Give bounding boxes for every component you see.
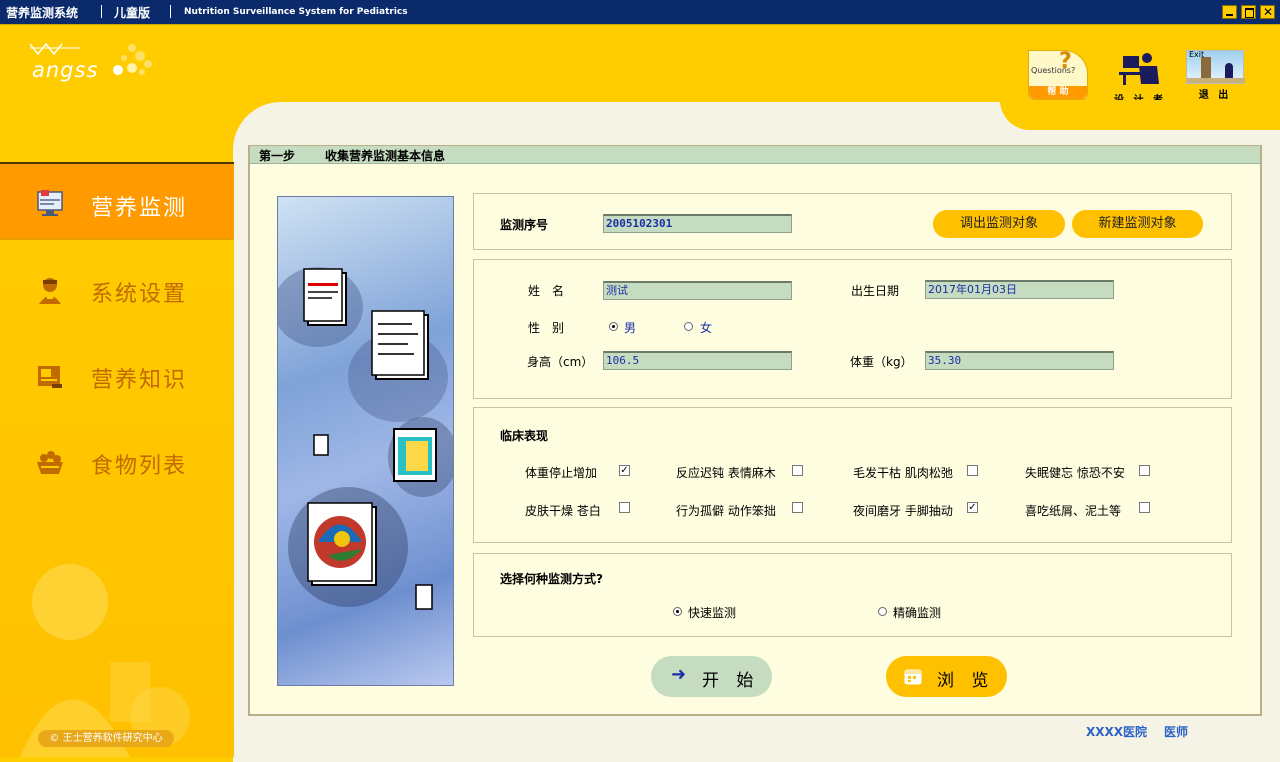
gender-female-radio[interactable] <box>684 322 693 331</box>
sidebar-item-label: 营养知识 <box>91 368 188 393</box>
clinical-item-label: 行为孤僻 动作笨拙 <box>676 504 776 518</box>
doctor-label: 医师 <box>1164 725 1189 739</box>
question-icon: Questions? ? 帮 助 <box>1028 49 1088 100</box>
gender-male-radio[interactable] <box>609 322 618 331</box>
serial-section: 监测序号 2005102301 调出监测对象 新建监测对象 <box>473 193 1232 250</box>
edition-label: 儿童版 <box>114 6 151 20</box>
method-precise-radio[interactable] <box>878 607 887 616</box>
clinical-item-label: 反应迟钝 表情麻木 <box>676 466 776 480</box>
maximize-icon <box>1245 8 1254 18</box>
step-header: 第一步 收集营养监测基本信息 <box>250 146 1260 164</box>
clinical-item-label: 喜吃纸屑、泥土等 <box>1025 504 1122 518</box>
new-subject-button[interactable]: 新建监测对象 <box>1072 210 1203 238</box>
serial-label: 监测序号 <box>500 218 549 232</box>
calendar-icon <box>904 669 922 685</box>
minimize-icon <box>1226 14 1233 16</box>
start-label: 开 始 <box>702 671 760 691</box>
maximize-button[interactable] <box>1241 5 1256 19</box>
sidebar-item-label: 营养监测 <box>91 196 188 221</box>
basic-info-section: 姓 名 测试 出生日期 2017年01月03日 性 别 男 女 身高（cm） 1… <box>473 259 1232 399</box>
clinical-item-label: 毛发干枯 肌肉松弛 <box>853 466 953 480</box>
name-input[interactable]: 测试 <box>603 281 792 300</box>
clinical-checkbox[interactable]: ✓ <box>967 502 978 513</box>
step-number: 第一步 <box>259 149 296 163</box>
load-subject-button[interactable]: 调出监测对象 <box>933 210 1065 238</box>
browse-label: 浏 览 <box>937 671 995 691</box>
sidebar-item-nutrition-monitor[interactable]: 营养监测 <box>0 162 234 240</box>
close-button[interactable]: ✕ <box>1260 5 1275 19</box>
clinical-item-label: 失眠健忘 惊恐不安 <box>1025 466 1125 480</box>
hospital-label: XXXX医院 <box>1086 725 1148 739</box>
illustration-panel <box>277 196 454 686</box>
title-separator <box>170 5 171 18</box>
sidebar-item-food-list[interactable]: 食物列表 <box>0 422 234 500</box>
sidebar-item-label: 系统设置 <box>91 282 188 307</box>
exit-label: 退 出 <box>1198 90 1232 101</box>
clinical-checkbox[interactable] <box>967 465 978 476</box>
sidebar-item-label: 食物列表 <box>91 454 188 479</box>
method-fast-radio[interactable] <box>673 607 682 616</box>
clinical-title: 临床表现 <box>500 429 549 443</box>
title-separator <box>101 5 102 18</box>
monitor-icon <box>37 190 63 216</box>
clinical-section: 临床表现 体重停止增加 ✓ 反应迟钝 表情麻木 毛发干枯 肌肉松弛 失眠健忘 惊… <box>473 407 1232 543</box>
name-label: 姓 名 <box>528 284 565 298</box>
question-mark-glyph: ? <box>1059 49 1072 74</box>
logo: angss <box>28 38 158 84</box>
clinical-checkbox[interactable] <box>792 502 803 513</box>
designer-button[interactable]: 设 计 者 <box>1114 50 1166 106</box>
clinical-checkbox[interactable] <box>792 465 803 476</box>
sidebar: 营养监测 系统设置 营养知识 食物列表 <box>0 162 234 757</box>
minimize-button[interactable] <box>1222 5 1237 19</box>
arrow-right-icon: ➜ <box>671 664 693 685</box>
gender-label: 性 别 <box>528 321 565 335</box>
start-button[interactable]: ➜ 开 始 <box>651 656 772 697</box>
birthdate-input[interactable]: 2017年01月03日 <box>925 280 1114 299</box>
designer-icon <box>1118 53 1159 85</box>
clinical-checkbox[interactable] <box>1139 502 1150 513</box>
method-title: 选择何种监测方式? <box>500 572 603 586</box>
height-label: 身高（cm） <box>527 355 594 369</box>
weight-label: 体重（kg） <box>850 355 913 369</box>
step-title: 收集营养监测基本信息 <box>325 149 446 163</box>
decorative-child-illustration <box>20 564 190 757</box>
header-tab-edge <box>1000 100 1280 130</box>
help-label: 帮 助 <box>1029 86 1087 99</box>
serial-input[interactable]: 2005102301 <box>603 214 792 233</box>
title-bar: 营养监测系统 儿童版 Nutrition Surveillance System… <box>0 0 1280 25</box>
sidebar-item-system-settings[interactable]: 系统设置 <box>0 250 234 328</box>
clinical-checkbox[interactable] <box>1139 465 1150 476</box>
logo-text: angss <box>32 58 99 82</box>
book-icon <box>38 366 62 388</box>
birthdate-label: 出生日期 <box>851 284 900 298</box>
clinical-checkbox[interactable]: ✓ <box>619 465 630 476</box>
gender-male-label[interactable]: 男 <box>624 319 636 336</box>
clinical-item-label: 皮肤干燥 苍白 <box>525 504 601 518</box>
documents-illustration <box>278 267 453 610</box>
weight-input[interactable]: 35.30 <box>925 351 1114 370</box>
clinical-item-label: 夜间磨牙 手脚抽动 <box>853 504 953 518</box>
height-input[interactable]: 106.5 <box>603 351 792 370</box>
settings-person-icon <box>39 278 61 304</box>
method-section: 选择何种监测方式? 快速监测 精确监测 <box>473 553 1232 637</box>
clinical-checkbox[interactable] <box>619 502 630 513</box>
method-precise-label[interactable]: 精确监测 <box>893 604 941 621</box>
food-basket-icon <box>37 451 63 474</box>
close-icon: ✕ <box>1263 5 1274 19</box>
app-title: 营养监测系统 <box>6 6 79 20</box>
browse-button[interactable]: 浏 览 <box>886 656 1007 697</box>
clinical-item-label: 体重停止增加 <box>525 466 598 480</box>
exit-button[interactable]: Exit 退 出 <box>1186 50 1245 101</box>
copyright-badge: © 王士营养软件研究中心 <box>38 730 174 747</box>
exit-icon: Exit <box>1186 50 1245 84</box>
help-button[interactable]: Questions? ? 帮 助 <box>1028 49 1088 100</box>
gender-female-label[interactable]: 女 <box>700 319 712 336</box>
sidebar-item-nutrition-knowledge[interactable]: 营养知识 <box>0 336 234 414</box>
method-fast-label[interactable]: 快速监测 <box>688 604 736 621</box>
english-title: Nutrition Surveillance System for Pediat… <box>184 7 408 17</box>
